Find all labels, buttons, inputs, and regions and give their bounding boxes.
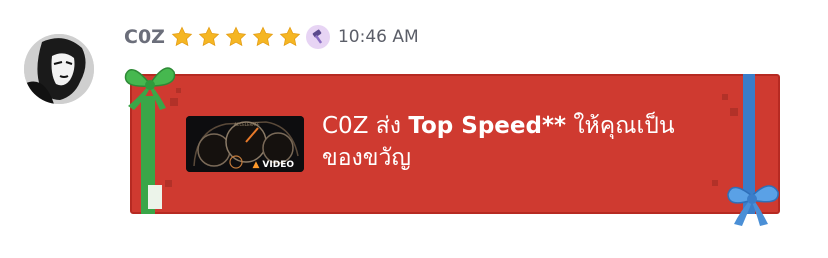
gift-decoration: [165, 180, 172, 187]
svg-text:ACCELERATE: ACCELERATE: [234, 122, 260, 127]
gift-item-name: Top Speed**: [408, 113, 567, 139]
fire-icon: ▲: [252, 160, 260, 170]
star-icon: [225, 26, 247, 47]
avatar[interactable]: [24, 34, 94, 104]
video-tag: ▲ VIDEO: [252, 160, 294, 170]
message-header: C0Z 10:46 AM: [124, 22, 419, 52]
gift-decoration: [730, 108, 738, 116]
star-icon: [171, 26, 193, 47]
username[interactable]: C0Z: [124, 26, 165, 48]
gift-message: C0Z ส่ง Top Speed** ให้คุณเป็น ของขวัญ: [322, 110, 722, 174]
green-bow-icon: [124, 67, 176, 110]
star-icon: [198, 26, 220, 47]
ribbon-tail: [148, 185, 162, 209]
blue-bow-icon: [727, 185, 779, 226]
gift-line2: ของขวัญ: [322, 145, 412, 171]
gift-sender: C0Z: [322, 113, 369, 139]
star-icon: [279, 26, 301, 47]
video-thumbnail[interactable]: ACCELERATE ▲ VIDEO: [186, 116, 304, 172]
gift-decoration: [712, 180, 718, 186]
timestamp: 10:46 AM: [337, 27, 419, 47]
hammer-badge-icon: [305, 25, 330, 49]
gift-suffix: ให้คุณเป็น: [573, 113, 675, 139]
gift-decoration: [722, 94, 728, 100]
gift-verb: ส่ง: [375, 113, 402, 139]
star-icon: [252, 26, 274, 47]
